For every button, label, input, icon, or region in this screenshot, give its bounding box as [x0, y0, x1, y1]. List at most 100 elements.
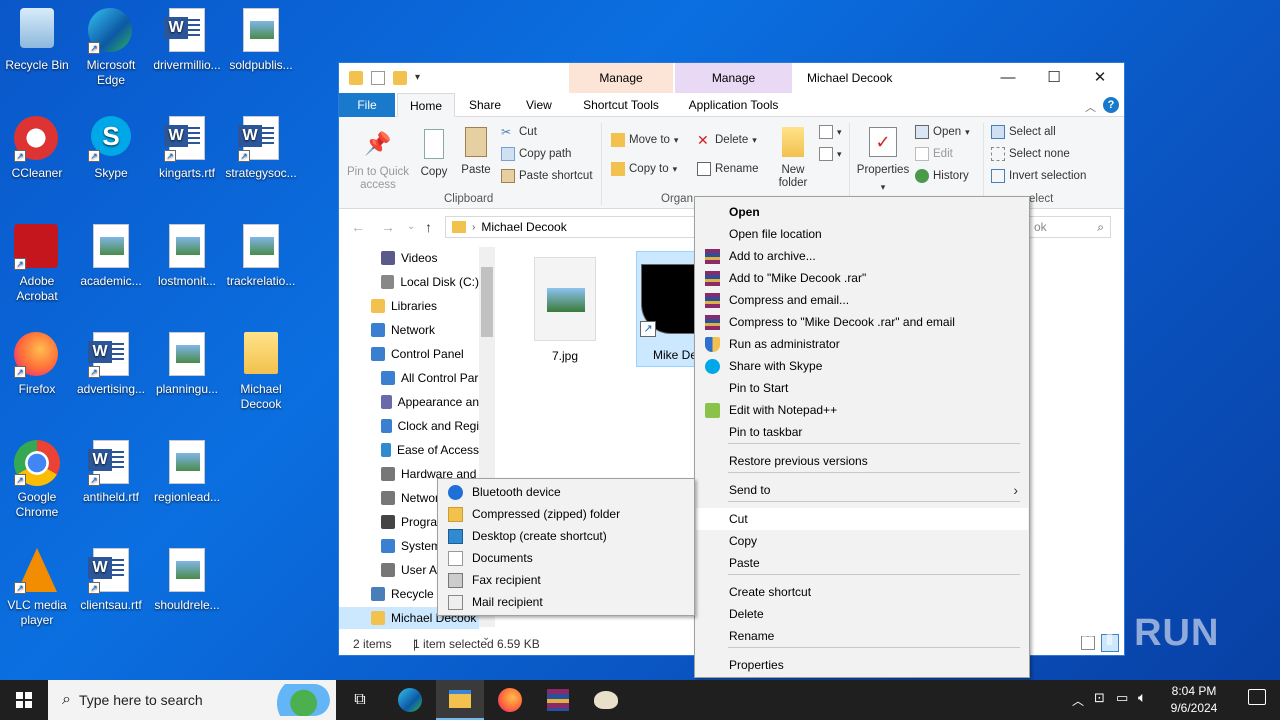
context-menu-item[interactable]: Open — [696, 201, 1028, 223]
desktop-icon[interactable]: Michael Decook — [224, 332, 298, 412]
search-input[interactable]: ok ⌕ — [1029, 216, 1111, 238]
send-to-item[interactable]: Bluetooth device — [439, 481, 693, 503]
nav-item[interactable]: All Control Par — [339, 367, 479, 389]
desktop-icon[interactable]: regionlead... — [150, 440, 224, 505]
context-menu-item[interactable]: Cut — [696, 508, 1028, 530]
desktop-icon[interactable]: academic... — [74, 224, 148, 289]
properties-button[interactable]: ✓ Properties ▾ — [855, 127, 911, 194]
nav-item[interactable]: Network — [339, 319, 479, 341]
tab-file[interactable]: File — [339, 93, 395, 117]
edit-button[interactable]: Edit — [915, 147, 953, 161]
forward-arrow-icon[interactable]: → — [381, 219, 395, 235]
desktop-icon[interactable]: ↗ Adobe Acrobat — [0, 224, 74, 304]
context-menu-item[interactable]: Share with Skype — [696, 355, 1028, 377]
tab-home[interactable]: Home — [397, 93, 456, 117]
volume-icon[interactable]: 🔈︎ — [1138, 689, 1146, 706]
taskbar-file-explorer[interactable] — [436, 680, 484, 720]
tab-view[interactable]: View — [514, 93, 564, 117]
desktop-icon[interactable]: W ↗ clientsau.rtf — [74, 548, 148, 613]
copy-button[interactable]: Copy — [417, 129, 451, 179]
file-item-7-jpg[interactable]: 7.jpg — [529, 257, 601, 363]
desktop-icon[interactable]: W ↗ strategysoc... — [224, 116, 298, 181]
chevron-down-icon[interactable]: ▾ — [415, 71, 423, 85]
desktop-icon[interactable]: ↗ VLC media player — [0, 548, 74, 628]
nav-item[interactable]: Clock and Regi — [339, 415, 479, 437]
context-menu-item[interactable]: Add to archive... — [696, 245, 1028, 267]
ethernet-icon[interactable]: ▭ — [1116, 690, 1128, 706]
paste-button[interactable]: Paste — [459, 127, 493, 177]
chevron-down-icon[interactable]: ⌄ — [407, 221, 415, 232]
tab-share[interactable]: Share — [457, 93, 513, 117]
context-menu-item[interactable]: Compress to "Mike Decook .rar" and email — [696, 311, 1028, 333]
minimize-button[interactable]: — — [985, 63, 1031, 93]
task-view-button[interactable]: ⧉ — [336, 680, 384, 720]
rename-button[interactable]: Rename — [697, 162, 758, 176]
taskbar-winrar[interactable] — [534, 680, 582, 720]
context-menu-item[interactable]: Rename — [696, 625, 1028, 647]
properties-icon[interactable] — [371, 71, 385, 85]
taskbar-paint[interactable] — [582, 680, 630, 720]
copy-to-button[interactable]: Copy to ▾ — [611, 162, 677, 176]
network-icon[interactable]: ⊡ — [1094, 690, 1105, 706]
nav-item[interactable]: Libraries — [339, 295, 479, 317]
cut-button[interactable]: ✂ Cut — [501, 125, 537, 139]
desktop-icon[interactable]: ↗ Firefox — [0, 332, 74, 397]
context-menu-item[interactable]: Pin to taskbar — [696, 421, 1028, 443]
start-button[interactable] — [0, 680, 48, 720]
desktop-icon[interactable]: ↗ CCleaner — [0, 116, 74, 181]
desktop-icon[interactable]: W ↗ antiheld.rtf — [74, 440, 148, 505]
pin-quick-access-button[interactable]: 📌 Pin to Quick access — [347, 129, 409, 192]
nav-item[interactable]: Control Panel — [339, 343, 479, 365]
taskbar-search-box[interactable]: ⌕ Type here to search — [48, 680, 336, 720]
desktop-icon[interactable]: ↗ Google Chrome — [0, 440, 74, 520]
send-to-item[interactable]: Fax recipient — [439, 569, 693, 591]
notification-icon[interactable] — [1248, 689, 1266, 705]
open-button[interactable]: Open ▾ — [915, 125, 970, 139]
up-arrow-icon[interactable]: ↑ — [425, 219, 432, 235]
taskbar-edge[interactable] — [386, 680, 434, 720]
context-menu-item[interactable]: Restore previous versions — [696, 450, 1028, 472]
context-menu-item[interactable]: Run as administrator — [696, 333, 1028, 355]
back-arrow-icon[interactable]: ← — [351, 219, 365, 235]
desktop-icon[interactable]: W ↗ advertising... — [74, 332, 148, 397]
easy-access-button[interactable]: ▾ — [819, 147, 842, 161]
send-to-item[interactable]: Desktop (create shortcut) — [439, 525, 693, 547]
context-menu-item[interactable]: Open file location — [696, 223, 1028, 245]
collapse-ribbon-icon[interactable]: ︿ — [1085, 99, 1096, 115]
taskbar-firefox[interactable] — [486, 680, 534, 720]
context-menu-item[interactable]: Create shortcut — [696, 581, 1028, 603]
context-menu-item[interactable]: Delete — [696, 603, 1028, 625]
send-to-item[interactable]: Compressed (zipped) folder — [439, 503, 693, 525]
delete-button[interactable]: ✕ Delete ▾ — [697, 133, 757, 147]
move-to-button[interactable]: Move to ▾ — [611, 133, 678, 147]
invert-selection-button[interactable]: Invert selection — [991, 169, 1086, 183]
copy-path-button[interactable]: Copy path — [501, 147, 571, 161]
nav-item[interactable]: Videos — [339, 247, 479, 269]
desktop-icon[interactable]: planningu... — [150, 332, 224, 397]
context-menu-item[interactable]: Send to › — [696, 479, 1028, 501]
context-menu-item[interactable]: Add to "Mike Decook .rar" — [696, 267, 1028, 289]
desktop-icon[interactable]: trackrelatio... — [224, 224, 298, 289]
paste-shortcut-button[interactable]: Paste shortcut — [501, 169, 593, 183]
nav-item[interactable]: Ease of Access — [339, 439, 479, 461]
send-to-item[interactable]: Documents — [439, 547, 693, 569]
context-menu-item[interactable]: Copy — [696, 530, 1028, 552]
desktop-icon[interactable]: shouldrele... — [150, 548, 224, 613]
history-button[interactable]: History — [915, 169, 969, 183]
context-menu-item[interactable]: Compress and email... — [696, 289, 1028, 311]
select-all-button[interactable]: Select all — [991, 125, 1056, 139]
new-item-button[interactable]: ▾ — [819, 125, 842, 139]
desktop-icon[interactable]: soldpublis... — [224, 8, 298, 73]
context-menu-item[interactable]: Properties — [696, 654, 1028, 676]
context-menu-item[interactable]: Pin to Start — [696, 377, 1028, 399]
new-folder-icon[interactable] — [393, 71, 407, 85]
desktop-icon[interactable]: S ↗ Skype — [74, 116, 148, 181]
desktop-icon[interactable]: lostmonit... — [150, 224, 224, 289]
context-menu-item[interactable]: Edit with Notepad++ — [696, 399, 1028, 421]
desktop-icon[interactable]: Wdrivermillio... — [150, 8, 224, 73]
close-button[interactable]: ✕ — [1077, 63, 1123, 93]
send-to-item[interactable]: Mail recipient — [439, 591, 693, 613]
nav-item[interactable]: Local Disk (C:) — [339, 271, 479, 293]
chevron-up-icon[interactable]: ︿ — [1072, 692, 1084, 709]
clock[interactable]: 8:04 PM 9/6/2024 — [1164, 683, 1224, 717]
